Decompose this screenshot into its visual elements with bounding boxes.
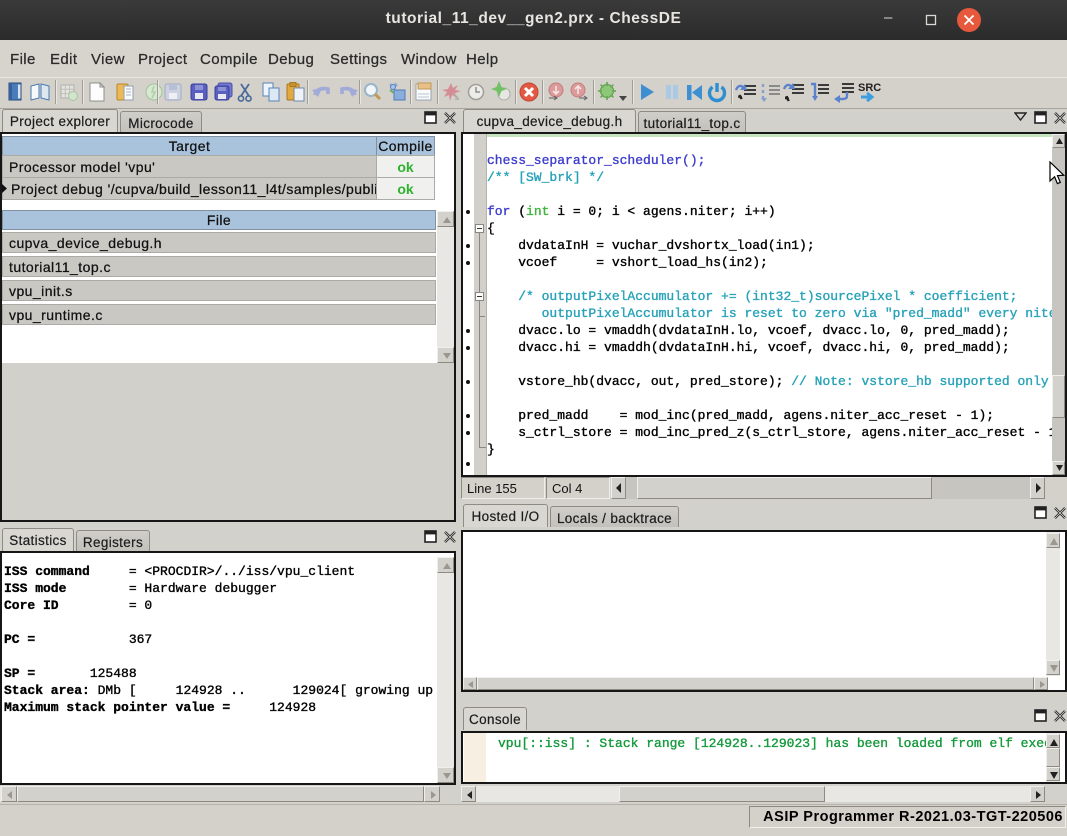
svg-text:SRC: SRC	[858, 82, 881, 94]
